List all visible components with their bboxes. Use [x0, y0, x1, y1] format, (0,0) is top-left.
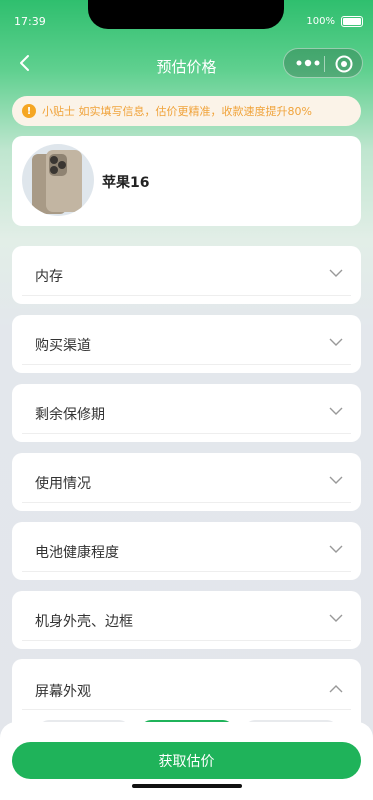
- option-label: 购买渠道: [35, 338, 91, 354]
- divider: [22, 364, 351, 365]
- option-card-housing[interactable]: 机身外壳、边框: [12, 591, 361, 649]
- divider: [22, 295, 351, 296]
- chevron-down-icon: [329, 338, 343, 346]
- chevron-down-icon: [329, 614, 343, 622]
- option-card-warranty[interactable]: 剩余保修期: [12, 384, 361, 442]
- divider: [22, 709, 351, 710]
- product-card: 苹果16: [12, 136, 361, 226]
- get-quote-button[interactable]: 获取估价: [12, 742, 361, 779]
- option-card-channel[interactable]: 购买渠道: [12, 315, 361, 373]
- close-target-icon[interactable]: [334, 54, 354, 74]
- status-time: 17:39: [14, 15, 46, 28]
- option-label: 屏幕外观: [35, 684, 91, 700]
- divider: [22, 571, 351, 572]
- product-name: 苹果16: [102, 175, 150, 191]
- option-card-memory[interactable]: 内存: [12, 246, 361, 304]
- option-card-battery[interactable]: 电池健康程度: [12, 522, 361, 580]
- capsule-divider: [324, 56, 325, 72]
- notch: [88, 0, 284, 29]
- home-indicator: [132, 784, 242, 788]
- warning-icon: !: [22, 104, 36, 118]
- product-image: [22, 144, 94, 216]
- option-label: 电池健康程度: [35, 545, 119, 561]
- option-label: 剩余保修期: [35, 407, 105, 423]
- nav-bar: 预估价格: [0, 44, 373, 84]
- status-bar: 17:39 100%: [0, 0, 373, 44]
- battery-percent: 100%: [306, 16, 335, 27]
- option-label: 内存: [35, 269, 63, 285]
- divider: [22, 640, 351, 641]
- divider: [22, 502, 351, 503]
- option-label: 使用情况: [35, 476, 91, 492]
- bottom-action-bar: 获取估价: [0, 722, 373, 800]
- more-icon[interactable]: [294, 57, 324, 69]
- option-card-usage[interactable]: 使用情况: [12, 453, 361, 511]
- chevron-up-icon: [329, 685, 343, 693]
- chevron-down-icon: [329, 476, 343, 484]
- option-label: 机身外壳、边框: [35, 614, 133, 630]
- divider: [22, 433, 351, 434]
- mini-program-capsule: [283, 48, 363, 78]
- chevron-down-icon: [329, 407, 343, 415]
- battery-icon: [341, 16, 363, 27]
- chevron-down-icon: [329, 269, 343, 277]
- tip-banner: ! 小贴士 如实填写信息，估价更精准，收款速度提升80%: [12, 96, 361, 126]
- tip-text: 小贴士 如实填写信息，估价更精准，收款速度提升80%: [42, 105, 312, 118]
- chevron-down-icon: [329, 545, 343, 553]
